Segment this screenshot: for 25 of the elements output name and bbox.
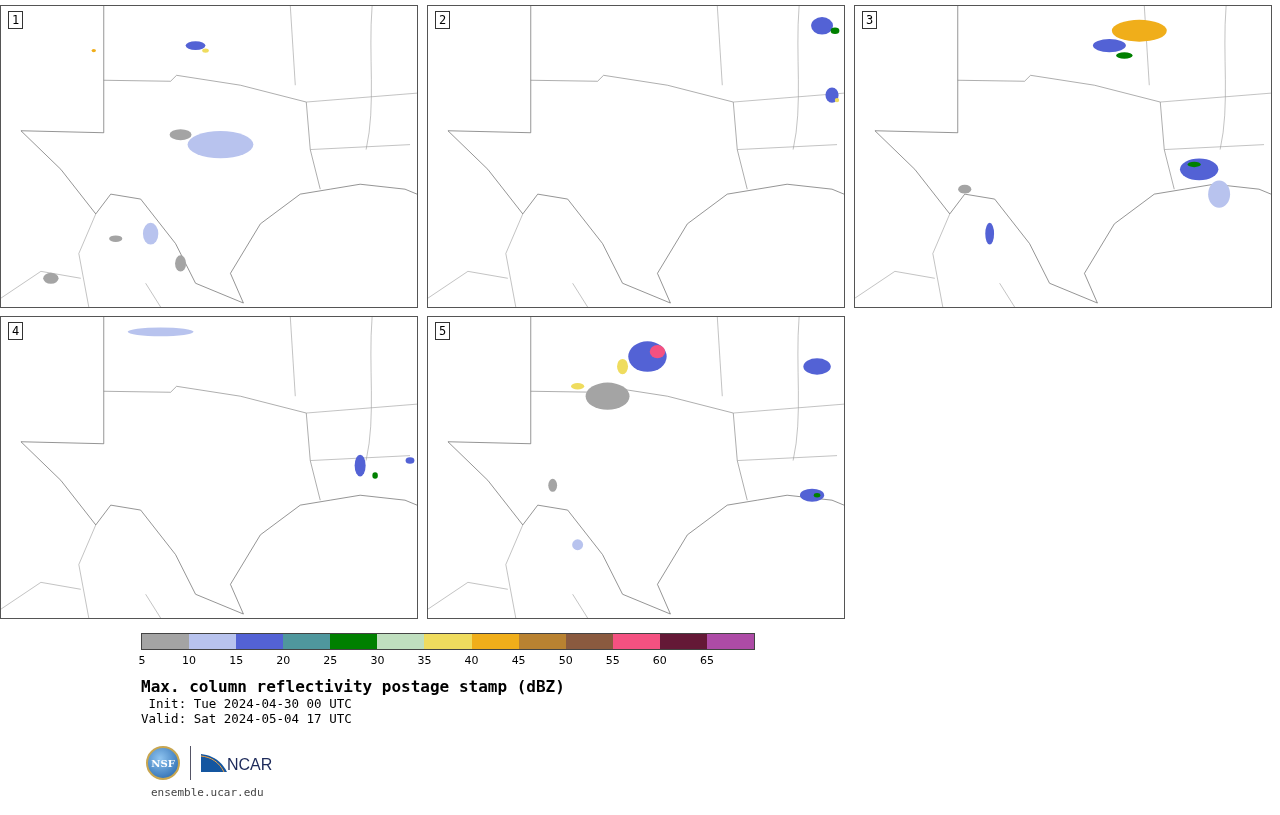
tick-label: 30 [370,654,385,667]
tick-label: 55 [605,654,620,667]
tick-label: 15 [229,654,244,667]
panel-number: 3 [862,11,878,29]
tick-label: 35 [417,654,432,667]
tick-label: 20 [276,654,291,667]
website-url: ensemble.ucar.edu [151,786,265,799]
tick-label: 25 [323,654,338,667]
tick-label: 10 [182,654,197,667]
swoosh-icon [201,754,227,772]
panel-number: 4 [8,322,24,340]
logo-text: NCAR [227,756,273,774]
init-time: Init: Tue 2024-04-30 00 UTC [147,696,353,711]
tick-label: 5 [138,654,146,667]
panel-number: 1 [8,11,24,29]
panel-number: 5 [435,322,451,340]
tick-label: 45 [511,654,526,667]
valid-time: Valid: Sat 2024-05-04 17 UTC [141,711,353,726]
tick-label: 40 [464,654,479,667]
tick-label: 65 [699,654,714,667]
tick-label: 50 [558,654,573,667]
tick-label: 60 [652,654,667,667]
panel-number: 2 [435,11,451,29]
globe-logo: NSF [146,746,180,780]
chart-title: Max. column reflectivity postage stamp (dBZ) [141,677,566,696]
